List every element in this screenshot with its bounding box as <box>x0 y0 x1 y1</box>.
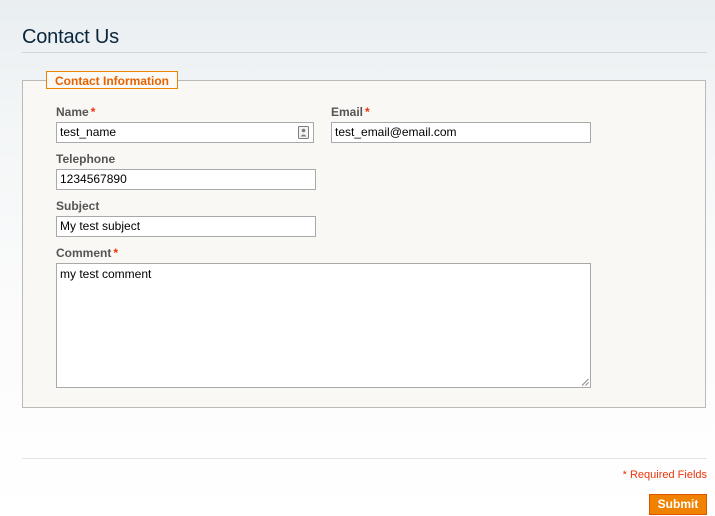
comment-label-text: Comment <box>56 246 112 260</box>
email-label: Email * <box>331 105 370 119</box>
fieldset-legend: Contact Information <box>46 71 178 89</box>
telephone-value: 1234567890 <box>60 172 127 186</box>
name-label: Name * <box>56 105 95 119</box>
title-divider <box>22 52 707 53</box>
email-label-text: Email <box>331 105 364 119</box>
required-fields-note: * Required Fields <box>622 469 707 481</box>
buttons-divider <box>22 458 707 459</box>
contact-card-icon[interactable] <box>298 126 309 139</box>
name-field[interactable]: test_name <box>56 122 314 143</box>
required-asterisk: * <box>90 105 96 119</box>
subject-label: Subject <box>56 199 100 213</box>
name-label-text: Name <box>56 105 89 119</box>
telephone-label: Telephone <box>56 152 116 166</box>
telephone-field[interactable]: 1234567890 <box>56 169 316 190</box>
submit-button[interactable]: Submit <box>649 494 707 515</box>
email-value: test_email@email.com <box>335 125 457 139</box>
comment-textarea[interactable]: my test comment <box>56 263 591 388</box>
required-asterisk: * <box>365 105 370 119</box>
page-title: Contact Us <box>22 26 119 48</box>
name-value: test_name <box>60 125 117 139</box>
resize-grip-icon[interactable] <box>581 378 589 386</box>
email-field[interactable]: test_email@email.com <box>331 122 591 143</box>
comment-label: Comment * <box>56 246 118 260</box>
subject-value: My test subject <box>60 219 141 233</box>
comment-value: my test comment <box>60 267 152 281</box>
subject-field[interactable]: My test subject <box>56 216 316 237</box>
required-asterisk: * <box>113 246 119 260</box>
